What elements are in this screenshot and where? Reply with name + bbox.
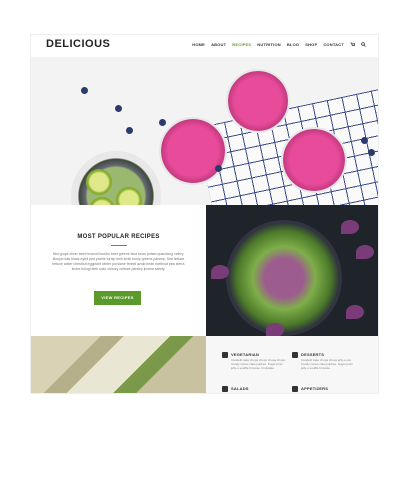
title-divider [111, 245, 127, 246]
site-logo[interactable]: DELICIOUS [46, 38, 110, 50]
blueberry [215, 165, 222, 172]
nav-blog[interactable]: BLOG [287, 42, 299, 47]
category-salads[interactable]: SALADS [222, 386, 292, 393]
section-title: MOST POPULAR RECIPES [77, 234, 160, 240]
category-desc: Candelit cake chupa chups chupa chups. C… [231, 358, 286, 370]
blueberry [115, 105, 122, 112]
popular-recipes-section: MOST POPULAR RECIPES Nisl grups oliver b… [31, 205, 206, 336]
appetizer-icon [292, 386, 298, 392]
leaf [211, 265, 229, 279]
cart-icon[interactable] [350, 42, 355, 47]
salad-icon [222, 386, 228, 392]
category-vegetarian[interactable]: VEGETARIAN Candelit cake chupa chups chu… [222, 352, 292, 382]
website-page: DELICIOUS HOME ABOUT RECIPES NUTRITION B… [31, 35, 378, 393]
leaf [356, 245, 374, 259]
drink-glass [159, 117, 227, 185]
blueberry [126, 127, 133, 134]
nav-recipes[interactable]: RECIPES [232, 42, 251, 47]
category-name: APPETIZERS [301, 386, 329, 391]
cupcake-icon [292, 352, 298, 358]
blueberry [368, 149, 375, 156]
blueberry [361, 137, 368, 144]
blueberry [81, 87, 88, 94]
drink-glass [281, 127, 347, 193]
leaf [266, 323, 284, 336]
leaf [341, 220, 359, 234]
cabbage-image [206, 205, 378, 336]
category-name: DESSERTS [301, 352, 325, 357]
leaf [346, 305, 364, 319]
category-name: VEGETARIAN [231, 352, 259, 357]
view-recipes-button[interactable]: VIEW RECIPES [94, 291, 141, 305]
hero-image [31, 57, 378, 205]
site-header: DELICIOUS HOME ABOUT RECIPES NUTRITION B… [31, 35, 378, 57]
category-desserts[interactable]: DESSERTS Candelit cake chupa chups jelly… [292, 352, 362, 382]
nav-nutrition[interactable]: NUTRITION [257, 42, 281, 47]
food-image [31, 336, 206, 393]
blueberry [159, 119, 166, 126]
category-name: SALADS [231, 386, 249, 391]
search-icon[interactable] [361, 42, 366, 47]
nav-shop[interactable]: SHOP [305, 42, 317, 47]
nav-home[interactable]: HOME [192, 42, 205, 47]
category-appetizers[interactable]: APPETIZERS [292, 386, 362, 393]
main-nav: HOME ABOUT RECIPES NUTRITION BLOG SHOP C… [192, 42, 366, 47]
category-desc: Candelit cake chupa chups jelly-o oat. C… [301, 358, 354, 370]
nav-about[interactable]: ABOUT [211, 42, 226, 47]
lime-slice [86, 169, 112, 195]
category-grid: VEGETARIAN Candelit cake chupa chups chu… [206, 336, 378, 393]
salad-plate [226, 220, 342, 336]
leaf-icon [222, 352, 228, 358]
nav-contact[interactable]: CONTACT [323, 42, 344, 47]
section-text: Nisl grups oliver beet broccoli kombu be… [52, 252, 185, 271]
drink-glass [226, 69, 290, 133]
